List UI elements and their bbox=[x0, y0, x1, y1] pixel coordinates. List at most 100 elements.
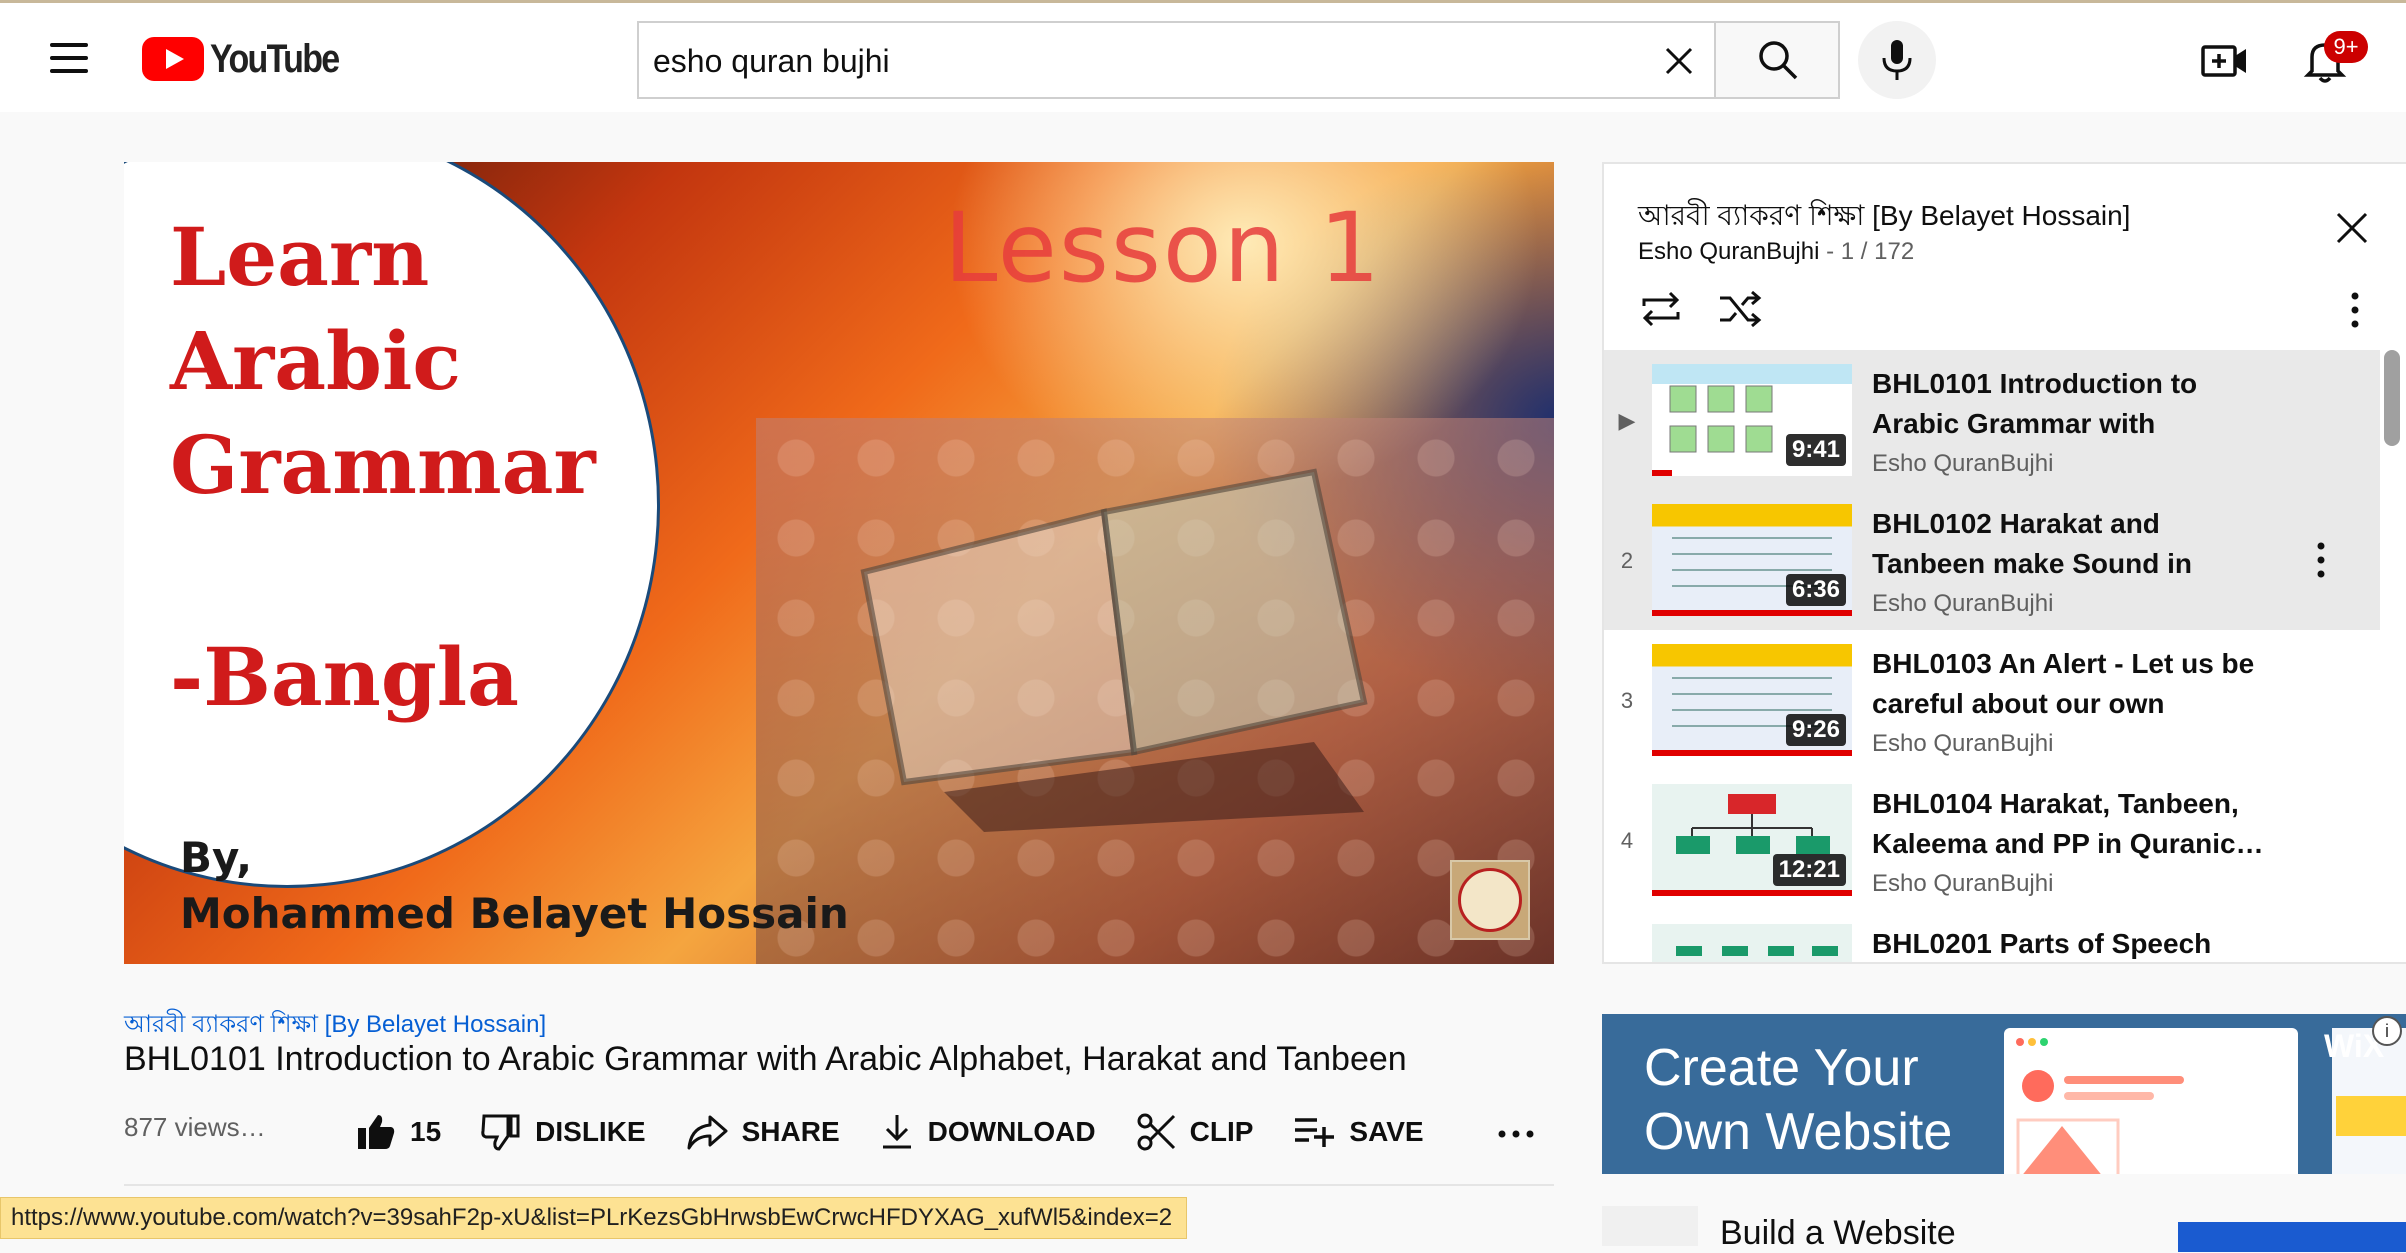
notification-badge: 9+ bbox=[2324, 31, 2368, 63]
playlist-video-channel: Esho QuranBujhi bbox=[1872, 450, 2054, 477]
progress-bar bbox=[1652, 890, 1852, 896]
playlist-menu-icon[interactable] bbox=[2348, 290, 2362, 330]
playlist-index: 3 bbox=[1620, 688, 1634, 713]
playlist-item[interactable]: ▶ 9:41 BHL0101 Introduction to Arabic Gr… bbox=[1604, 350, 2380, 490]
playlist-item[interactable]: 4 12:21 BHL0104 Harakat, Tanbeen, Kaleem… bbox=[1604, 770, 2380, 910]
playlist-video-channel: Esho QuranBujhi bbox=[1872, 870, 2054, 897]
thumbs-down-icon bbox=[481, 1114, 520, 1151]
playlist-position: 1 / 172 bbox=[1840, 238, 1915, 265]
download-label: DOWNLOAD bbox=[927, 1116, 1096, 1147]
playlist-channel[interactable]: Esho QuranBujhi bbox=[1638, 238, 1819, 265]
ad-headline: Create Your Own Website bbox=[1644, 1036, 1952, 1164]
video-thumbnail: 9:41 bbox=[1652, 364, 1852, 476]
playlist-items: ▶ 9:41 BHL0101 Introduction to Arabic Gr… bbox=[1604, 350, 2380, 962]
thumb-text-line: Grammar bbox=[170, 418, 596, 512]
thumb-text-line: Learn bbox=[170, 210, 430, 304]
microphone-icon bbox=[1882, 40, 1912, 80]
thumb-lesson-text: Lesson 1 bbox=[944, 192, 1383, 304]
playlist-video-channel: Esho QuranBujhi bbox=[1872, 590, 2054, 617]
playlist-item[interactable]: 2 6:36 BHL0102 Harakat and Tanbeen make … bbox=[1604, 490, 2380, 630]
playlist-video-title: BHL0103 An Alert - Let us be careful abo… bbox=[1872, 648, 2255, 719]
ad-cta-button[interactable] bbox=[2178, 1222, 2406, 1252]
top-bar: YouTube 9+ bbox=[0, 0, 2406, 112]
search-box bbox=[637, 21, 1714, 99]
save-label: SAVE bbox=[1349, 1116, 1424, 1147]
divider bbox=[124, 1184, 1554, 1186]
ad-banner[interactable]: Create Your Own Website WiX bbox=[1602, 1014, 2406, 1174]
search-icon bbox=[1759, 41, 1798, 80]
share-icon bbox=[687, 1115, 728, 1150]
clip-button[interactable]: CLIP bbox=[1136, 1112, 1254, 1152]
action-bar: 15 DISLIKE SHARE DOWNLOAD CLIP SAVE bbox=[356, 1108, 1464, 1156]
playlist-video-title: BHL0102 Harakat and Tanbeen make Sound i… bbox=[1872, 508, 2192, 579]
playlist-scrollbar[interactable] bbox=[2384, 350, 2400, 446]
youtube-logo[interactable]: YouTube bbox=[142, 37, 361, 81]
more-actions-icon[interactable] bbox=[1496, 1124, 1536, 1144]
channel-seal-logo bbox=[1450, 860, 1530, 940]
dislike-label: DISLIKE bbox=[535, 1116, 646, 1147]
share-label: SHARE bbox=[741, 1116, 840, 1147]
create-video-icon[interactable] bbox=[2200, 39, 2248, 81]
dislike-button[interactable]: DISLIKE bbox=[481, 1113, 646, 1151]
thumb-text-line: -Bangla bbox=[170, 630, 519, 724]
playlist-separator: - bbox=[1819, 238, 1841, 265]
save-button[interactable]: SAVE bbox=[1293, 1115, 1424, 1149]
ad-title[interactable]: Build a Website bbox=[1720, 1214, 1956, 1253]
thumbnail-art bbox=[1676, 946, 1838, 956]
ad-line: Own Website bbox=[1644, 1103, 1953, 1161]
thumb-author: By, Mohammed Belayet Hossain bbox=[180, 830, 849, 942]
shuffle-icon[interactable] bbox=[1718, 288, 1762, 330]
video-player[interactable]: Learn Arabic Grammar -Bangla Lesson 1 By… bbox=[124, 162, 1554, 964]
video-thumbnail: 12:21 bbox=[1652, 784, 1852, 896]
item-menu-icon[interactable] bbox=[2314, 540, 2328, 580]
like-count: 15 bbox=[410, 1116, 442, 1147]
now-playing-icon: ▶ bbox=[1618, 408, 1636, 433]
scissors-icon bbox=[1137, 1113, 1175, 1151]
playlist-index: 2 bbox=[1620, 548, 1634, 573]
video-duration: 9:26 bbox=[1785, 714, 1846, 746]
download-button[interactable]: DOWNLOAD bbox=[880, 1113, 1096, 1151]
video-title: BHL0101 Introduction to Arabic Grammar w… bbox=[124, 1040, 1407, 1078]
progress-bar bbox=[1652, 750, 1852, 756]
playlist-index: 4 bbox=[1620, 828, 1634, 853]
logo-text: YouTube bbox=[210, 36, 340, 81]
playlist-video-title: BHL0201 Parts of Speech bbox=[1872, 928, 2212, 959]
clip-label: CLIP bbox=[1189, 1116, 1254, 1147]
like-button[interactable]: 15 bbox=[356, 1113, 441, 1151]
playlist-add-icon bbox=[1295, 1118, 1335, 1147]
search-input[interactable] bbox=[651, 23, 1615, 99]
playlist-video-title: BHL0101 Introduction to Arabic Grammar w… bbox=[1872, 368, 2198, 439]
thumbs-up-icon bbox=[358, 1115, 395, 1149]
clear-icon[interactable] bbox=[1659, 41, 1699, 81]
close-icon[interactable] bbox=[2332, 208, 2372, 248]
website-mockup-image bbox=[2004, 1028, 2298, 1174]
status-bar-url: https://www.youtube.com/watch?v=39sahF2p… bbox=[0, 1197, 1188, 1239]
quran-book-image bbox=[860, 468, 1368, 832]
loop-icon[interactable] bbox=[1638, 288, 1684, 330]
playlist-item[interactable]: 3 9:26 BHL0103 An Alert - Let us be care… bbox=[1604, 630, 2380, 770]
playlist-panel: আরবী ব্যাকরণ শিক্ষা [By Belayet Hossain]… bbox=[1602, 162, 2406, 964]
thumb-by-label: By, bbox=[180, 833, 253, 882]
view-count[interactable]: 877 views… bbox=[124, 1112, 266, 1143]
download-icon bbox=[882, 1115, 911, 1149]
video-duration: 12:21 bbox=[1772, 854, 1846, 886]
video-thumbnail: 6:36 bbox=[1652, 504, 1852, 616]
ad-logo bbox=[1602, 1206, 1698, 1246]
ad-line: Create Your bbox=[1644, 1039, 1919, 1097]
search-button[interactable] bbox=[1714, 21, 1840, 99]
voice-search-button[interactable] bbox=[1858, 21, 1936, 99]
thumb-text-line: Arabic bbox=[170, 314, 462, 408]
playlist-subtitle: Esho QuranBujhi - 1 / 172 bbox=[1638, 238, 1914, 266]
playlist-item[interactable]: BHL0201 Parts of Speech bbox=[1604, 910, 2380, 962]
playlist-video-channel: Esho QuranBujhi bbox=[1872, 730, 2054, 757]
thumb-author-name: Mohammed Belayet Hossain bbox=[180, 889, 849, 938]
menu-icon[interactable] bbox=[50, 43, 88, 73]
youtube-play-icon bbox=[142, 37, 204, 81]
video-duration: 9:41 bbox=[1785, 434, 1846, 466]
playlist-title[interactable]: আরবী ব্যাকরণ শিক্ষা [By Belayet Hossain] bbox=[1638, 194, 2130, 241]
share-button[interactable]: SHARE bbox=[686, 1113, 840, 1151]
video-thumbnail bbox=[1652, 924, 1852, 962]
ad-info-icon[interactable]: i bbox=[2372, 1016, 2402, 1046]
progress-bar bbox=[1652, 470, 1672, 476]
playlist-video-title: BHL0104 Harakat, Tanbeen, Kaleema and PP… bbox=[1872, 788, 2264, 859]
